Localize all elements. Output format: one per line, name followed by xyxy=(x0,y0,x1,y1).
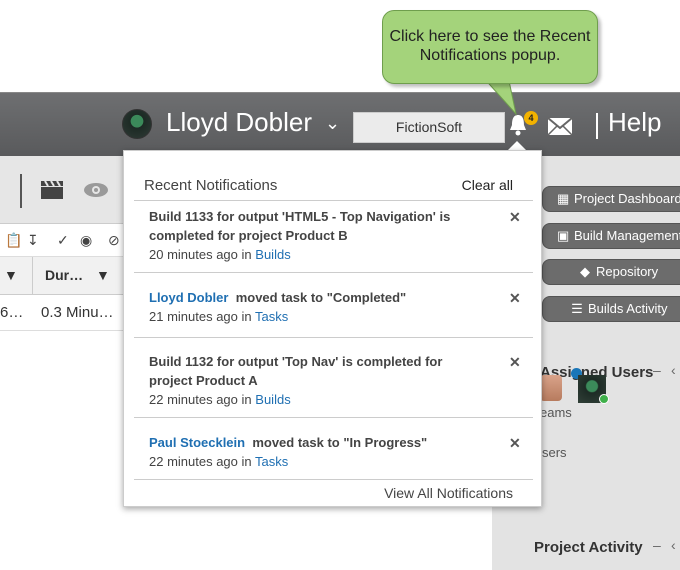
notification-time-line: 22 minutes ago in Builds xyxy=(149,392,291,407)
notification-item[interactable]: Paul Stoecklein moved task to "In Progre… xyxy=(149,433,489,471)
notification-item[interactable]: Build 1132 for output 'Top Nav' is compl… xyxy=(149,352,489,409)
dashboard-icon: ▦ xyxy=(557,191,570,206)
eye-icon[interactable] xyxy=(83,182,109,198)
repository-button[interactable]: ◆ Repository xyxy=(542,259,680,285)
build-management-button[interactable]: ▣ Build Management xyxy=(542,223,680,249)
top-header: Lloyd Dobler ⌄ FictionSoft 4 Help xyxy=(0,93,680,156)
clapperboard-icon: ▣ xyxy=(557,228,570,243)
user-avatar[interactable] xyxy=(122,109,152,139)
builds-activity-button[interactable]: ☰ Builds Activity xyxy=(542,296,680,322)
duration-cell: 0.3 Minu… xyxy=(41,304,114,321)
notification-item[interactable]: Build 1133 for output 'HTML5 - Top Navig… xyxy=(149,207,489,264)
divider xyxy=(134,479,533,480)
action-bar: 📋 ↧ ✓ ◉ ⊘ xyxy=(0,224,123,257)
view-all-notifications-link[interactable]: View All Notifications xyxy=(384,485,513,501)
tasks-link[interactable]: Tasks xyxy=(255,454,288,469)
notification-time-line: 22 minutes ago in Tasks xyxy=(149,454,289,469)
clapperboard-icon[interactable] xyxy=(40,180,64,200)
toolbar-separator xyxy=(20,174,22,208)
online-status-icon xyxy=(599,394,609,404)
screenshot-root: Lloyd Dobler ⌄ FictionSoft 4 Help 📋 ↧ ✓ … xyxy=(0,0,680,570)
builds-link[interactable]: Builds xyxy=(255,247,290,262)
close-icon[interactable]: ✕ xyxy=(509,354,521,371)
divider xyxy=(134,417,533,418)
builds-link[interactable]: Builds xyxy=(255,392,290,407)
project-activity-heading: Project Activity xyxy=(534,539,643,556)
user-name[interactable]: Lloyd Dobler xyxy=(166,107,312,138)
recent-notifications-popup: Recent Notifications Clear all Build 113… xyxy=(123,150,542,507)
users-label: sers xyxy=(542,445,567,460)
notification-time-line: 20 minutes ago in Builds xyxy=(149,247,291,262)
user-link[interactable]: Paul Stoecklein xyxy=(149,435,245,450)
table-row[interactable]: 6… 0.3 Minu… xyxy=(0,295,123,331)
clipboard-icon[interactable]: 📋 xyxy=(5,232,22,249)
close-icon[interactable]: ✕ xyxy=(509,290,521,307)
user-link[interactable]: Lloyd Dobler xyxy=(149,290,228,305)
user-avatar[interactable] xyxy=(540,375,562,401)
project-dashboard-button[interactable]: ▦ Project Dashboard xyxy=(542,186,680,212)
chevron-down-icon[interactable]: ⌄ xyxy=(325,113,340,134)
duration-column-header[interactable]: Dur… xyxy=(45,267,83,283)
notification-message-line: Paul Stoecklein moved task to "In Progre… xyxy=(149,435,428,450)
download-icon[interactable]: ↧ xyxy=(27,232,39,249)
chevron-left-icon[interactable]: ‹ xyxy=(671,537,676,553)
collapse-dash-icon[interactable]: – xyxy=(653,362,661,378)
divider xyxy=(134,272,533,273)
globe-icon[interactable]: ◉ xyxy=(80,232,92,249)
repository-icon: ◆ xyxy=(580,264,590,279)
notification-message-line: Lloyd Dobler moved task to "Completed" xyxy=(149,290,407,305)
popup-title: Recent Notifications xyxy=(144,177,278,194)
mail-icon[interactable] xyxy=(547,117,573,136)
tasks-link[interactable]: Tasks xyxy=(255,309,288,324)
close-icon[interactable]: ✕ xyxy=(509,435,521,452)
filter-icon[interactable]: ▼ xyxy=(96,267,110,283)
filter-icon[interactable]: ▼ xyxy=(4,267,18,283)
cancel-icon[interactable]: ⊘ xyxy=(108,232,120,249)
notification-message: Build 1132 for output 'Top Nav' is compl… xyxy=(149,354,443,388)
clear-all-button[interactable]: Clear all xyxy=(462,177,513,193)
company-selector[interactable]: FictionSoft xyxy=(353,112,505,143)
table-cell: 6… xyxy=(0,304,24,321)
notification-time-line: 21 minutes ago in Tasks xyxy=(149,309,289,324)
close-icon[interactable]: ✕ xyxy=(509,209,521,226)
collapse-dash-icon[interactable]: – xyxy=(653,537,661,553)
help-callout: Click here to see the Recent Notificatio… xyxy=(382,10,598,84)
divider xyxy=(134,337,533,338)
table-header: ▼ Dur… ▼ xyxy=(0,257,123,295)
main-toolbar xyxy=(0,156,123,224)
callout-line: Notifications popup. xyxy=(419,47,561,64)
notification-message: Build 1133 for output 'HTML5 - Top Navig… xyxy=(149,209,451,243)
checkmark-icon[interactable]: ✓ xyxy=(57,232,69,249)
notification-item[interactable]: Lloyd Dobler moved task to "Completed" 2… xyxy=(149,288,489,326)
header-separator xyxy=(596,113,598,139)
help-link[interactable]: Help xyxy=(608,107,661,138)
list-icon: ☰ xyxy=(571,301,583,316)
divider xyxy=(134,200,533,201)
teams-label: eams xyxy=(540,405,572,420)
chevron-left-icon[interactable]: ‹ xyxy=(671,362,676,378)
column-divider xyxy=(32,257,33,295)
callout-line: Click here to see the Recent xyxy=(389,28,591,45)
